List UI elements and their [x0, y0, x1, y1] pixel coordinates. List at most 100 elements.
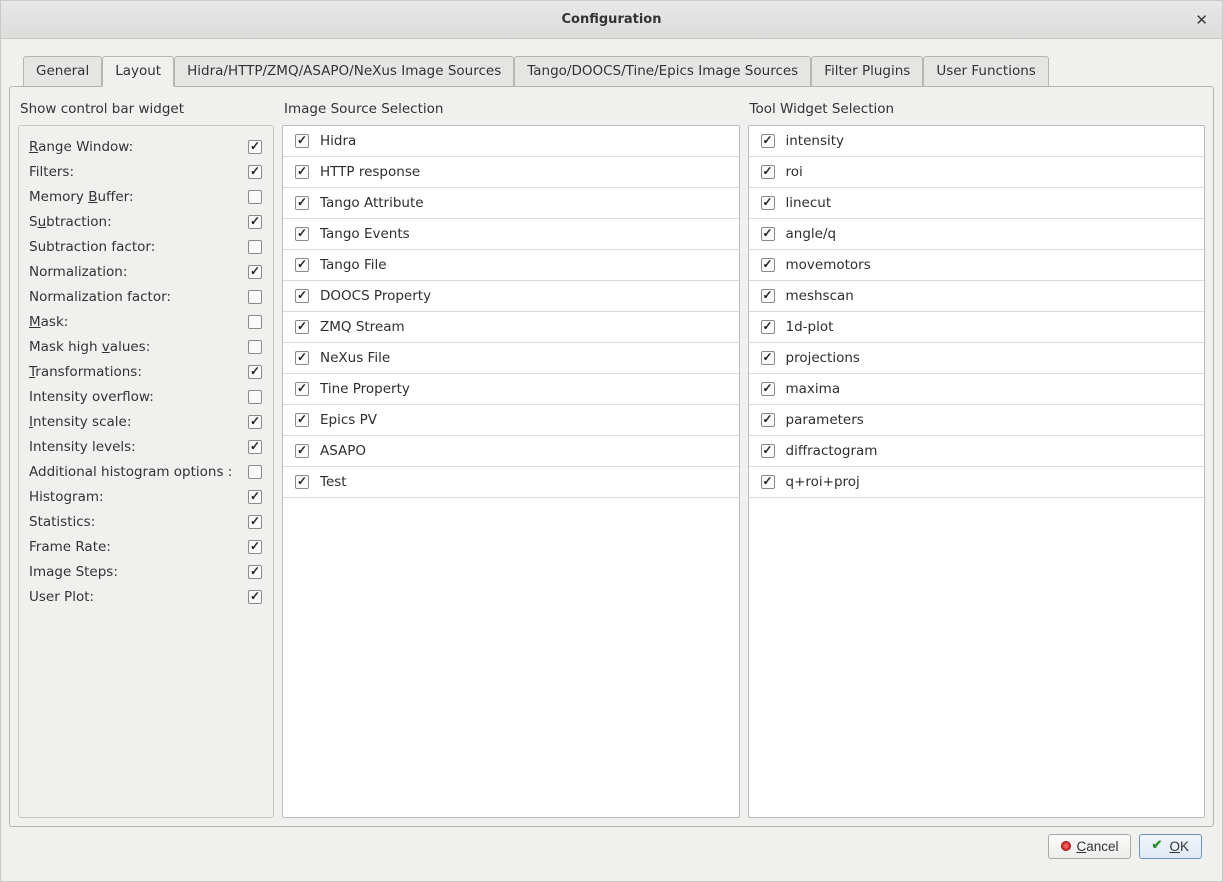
- tool-widget-row[interactable]: diffractogram: [749, 436, 1205, 467]
- image-source-checkbox[interactable]: [295, 165, 309, 179]
- image-source-row[interactable]: Tango Events: [283, 219, 739, 250]
- image-source-checkbox[interactable]: [295, 134, 309, 148]
- image-source-row[interactable]: NeXus File: [283, 343, 739, 374]
- ok-button[interactable]: OK: [1139, 834, 1202, 859]
- tool-widget-checkbox[interactable]: [761, 227, 775, 241]
- tool-widget-checkbox[interactable]: [761, 444, 775, 458]
- tool-widget-listbox[interactable]: intensityroi linecut angle/q movemotorsmesh…: [748, 125, 1206, 818]
- image-source-checkbox[interactable]: [295, 475, 309, 489]
- image-source-checkbox[interactable]: [295, 413, 309, 427]
- controlbar-checkbox[interactable]: [248, 315, 262, 329]
- controlbar-label: Memory Buffer:: [29, 189, 134, 205]
- controlbar-checkbox[interactable]: [248, 490, 262, 504]
- controlbar-checkbox[interactable]: [248, 390, 262, 404]
- image-source-row[interactable]: Tango File: [283, 250, 739, 281]
- image-source-label: ZMQ Stream: [320, 319, 405, 335]
- controlbar-row: Subtraction factor:: [29, 234, 265, 259]
- close-icon[interactable]: ✕: [1191, 9, 1212, 31]
- tool-widget-row[interactable]: roi: [749, 157, 1205, 188]
- tool-widget-label: 1d-plot: [786, 319, 834, 335]
- content-area: GeneralLayoutHidra/HTTP/ZMQ/ASAPO/NeXus …: [1, 39, 1222, 881]
- image-source-row[interactable]: Tine Property: [283, 374, 739, 405]
- tool-widget-checkbox[interactable]: [761, 475, 775, 489]
- tool-widget-checkbox[interactable]: [761, 196, 775, 210]
- controlbar-checkbox[interactable]: [248, 590, 262, 604]
- controlbar-checkbox[interactable]: [248, 415, 262, 429]
- ok-icon: [1152, 840, 1164, 852]
- image-source-listbox[interactable]: HidraHTTP responseTango Attribute Tango E…: [282, 125, 740, 818]
- tab-filter-plugins[interactable]: Filter Plugins: [811, 56, 923, 87]
- controlbar-checkbox[interactable]: [248, 540, 262, 554]
- tool-widget-label: linecut: [786, 195, 832, 211]
- image-source-checkbox[interactable]: [295, 258, 309, 272]
- controlbar-label: Additional histogram options :: [29, 464, 232, 480]
- controlbar-checkbox[interactable]: [248, 515, 262, 529]
- tool-widget-row[interactable]: parameters: [749, 405, 1205, 436]
- controlbar-label: Range Window:: [29, 139, 133, 155]
- tab-tango-doocs-tine-epics-image-sources[interactable]: Tango/DOOCS/Tine/Epics Image Sources: [514, 56, 811, 87]
- image-source-row[interactable]: Test: [283, 467, 739, 498]
- controlbar-checkbox[interactable]: [248, 215, 262, 229]
- controlbar-checkbox[interactable]: [248, 565, 262, 579]
- image-source-label: Tango Events: [320, 226, 410, 242]
- controlbar-checkbox[interactable]: [248, 240, 262, 254]
- tool-widget-row[interactable]: q+roi+proj: [749, 467, 1205, 498]
- tool-widget-row[interactable]: intensity: [749, 126, 1205, 157]
- tool-widget-checkbox[interactable]: [761, 320, 775, 334]
- controlbar-checkbox[interactable]: [248, 140, 262, 154]
- controlbar-checkbox[interactable]: [248, 165, 262, 179]
- image-source-label: NeXus File: [320, 350, 390, 366]
- tool-widget-checkbox[interactable]: [761, 258, 775, 272]
- controlbar-checkbox[interactable]: [248, 340, 262, 354]
- controlbar-checkbox[interactable]: [248, 465, 262, 479]
- tool-widget-checkbox[interactable]: [761, 351, 775, 365]
- controlbar-row: Statistics:: [29, 509, 265, 534]
- tab-layout-panel: Show control bar widget Range Window:Fil…: [9, 86, 1214, 827]
- control-bar-groupbox: Range Window:Filters:Memory Buffer:Subtr…: [18, 125, 274, 818]
- tool-widget-row[interactable]: projections: [749, 343, 1205, 374]
- image-source-checkbox[interactable]: [295, 289, 309, 303]
- controlbar-checkbox[interactable]: [248, 290, 262, 304]
- tab-hidra-http-zmq-asapo-nexus-image-sources[interactable]: Hidra/HTTP/ZMQ/ASAPO/NeXus Image Sources: [174, 56, 514, 87]
- tab-general[interactable]: General: [23, 56, 102, 87]
- image-source-row[interactable]: ASAPO: [283, 436, 739, 467]
- tool-widget-row[interactable]: meshscan: [749, 281, 1205, 312]
- tool-widget-checkbox[interactable]: [761, 134, 775, 148]
- image-source-checkbox[interactable]: [295, 444, 309, 458]
- tool-widget-row[interactable]: angle/q: [749, 219, 1205, 250]
- image-source-row[interactable]: Hidra: [283, 126, 739, 157]
- tool-widget-row[interactable]: maxima: [749, 374, 1205, 405]
- tool-widget-row[interactable]: 1d-plot: [749, 312, 1205, 343]
- tool-widget-label: angle/q: [786, 226, 837, 242]
- image-source-row[interactable]: Tango Attribute: [283, 188, 739, 219]
- tabbar: GeneralLayoutHidra/HTTP/ZMQ/ASAPO/NeXus …: [23, 55, 1214, 86]
- tool-widget-checkbox[interactable]: [761, 413, 775, 427]
- tool-widget-checkbox[interactable]: [761, 165, 775, 179]
- controlbar-checkbox[interactable]: [248, 365, 262, 379]
- tool-widget-row[interactable]: linecut: [749, 188, 1205, 219]
- tool-widget-row[interactable]: movemotors: [749, 250, 1205, 281]
- tool-widget-label: q+roi+proj: [786, 474, 860, 490]
- tool-widget-checkbox[interactable]: [761, 289, 775, 303]
- controlbar-label: Mask high values:: [29, 339, 150, 355]
- image-source-row[interactable]: Epics PV: [283, 405, 739, 436]
- image-source-row[interactable]: ZMQ Stream: [283, 312, 739, 343]
- controlbar-checkbox[interactable]: [248, 190, 262, 204]
- image-source-checkbox[interactable]: [295, 351, 309, 365]
- controlbar-row: Subtraction:: [29, 209, 265, 234]
- controlbar-checkbox[interactable]: [248, 265, 262, 279]
- controlbar-row: Mask:: [29, 309, 265, 334]
- image-source-row[interactable]: HTTP response: [283, 157, 739, 188]
- tab-layout[interactable]: Layout: [102, 56, 174, 87]
- image-source-label: Tango File: [320, 257, 387, 273]
- cancel-button[interactable]: Cancel: [1048, 834, 1131, 859]
- controlbar-label: Intensity levels:: [29, 439, 136, 455]
- tool-widget-checkbox[interactable]: [761, 382, 775, 396]
- image-source-checkbox[interactable]: [295, 382, 309, 396]
- tab-user-functions[interactable]: User Functions: [923, 56, 1049, 87]
- image-source-checkbox[interactable]: [295, 320, 309, 334]
- controlbar-checkbox[interactable]: [248, 440, 262, 454]
- image-source-checkbox[interactable]: [295, 196, 309, 210]
- image-source-checkbox[interactable]: [295, 227, 309, 241]
- image-source-row[interactable]: DOOCS Property: [283, 281, 739, 312]
